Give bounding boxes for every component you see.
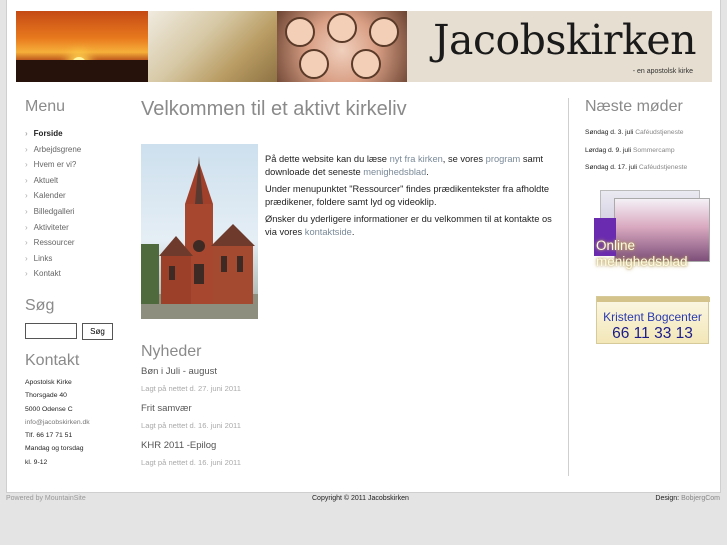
intro-paragraph: Under menupunktet "Ressourcer" findes pr… [265, 183, 550, 208]
meetings-list: Søndag d. 3. juli Caféudstjeneste Lørdag… [585, 124, 720, 177]
chevron-right-icon: › [25, 238, 28, 248]
menu-heading: Menu [25, 98, 66, 115]
menu-item-hvem-er-vi[interactable]: › Hvem er vi? [25, 157, 125, 173]
newsletter-link[interactable]: menighedsblad [363, 167, 426, 177]
banner-bar [597, 297, 710, 302]
main-content: Velkommen til et aktivt kirkeliv På dett… [141, 98, 561, 467]
online-newsletter-banner[interactable]: Online menighedsblad [592, 190, 710, 278]
search-button[interactable]: Søg [82, 322, 113, 340]
contact-info: Apostolsk Kirke Thorsgade 40 5000 Odense… [25, 376, 125, 469]
news-item-date: Lagt på nettet d. 16. juni 2011 [141, 458, 241, 467]
menu-item-billedgalleri[interactable]: › Billedgalleri [25, 204, 125, 220]
chevron-right-icon: › [25, 175, 28, 185]
header-banner[interactable]: Jacobskirken - en apostolsk kirke [16, 11, 712, 82]
face-icon [369, 17, 399, 47]
chevron-right-icon: › [25, 191, 28, 201]
bookstore-banner[interactable]: Kristent Bogcenter 66 11 33 13 [596, 296, 710, 344]
chevron-right-icon: › [25, 160, 28, 170]
news-item-title[interactable]: Frit samvær [141, 403, 341, 415]
menu-item-arbejdsgrene[interactable]: › Arbejdsgrene [25, 142, 125, 158]
bookstore-name: Kristent Bogcenter [603, 310, 702, 324]
chevron-right-icon: › [25, 222, 28, 232]
chevron-right-icon: › [25, 269, 28, 279]
church-photo [141, 144, 258, 319]
meeting-link[interactable]: Caféudstjeneste [635, 129, 683, 136]
news-link[interactable]: nyt fra kirken [390, 154, 443, 164]
contact-heading: Kontakt [25, 351, 80, 369]
brand-block: Jacobskirken - en apostolsk kirke [407, 11, 712, 82]
tree-silhouette [16, 60, 148, 82]
footer: Powered by MountainSite Copyright © 2011… [0, 495, 727, 507]
next-meetings-heading: Næste møder [585, 98, 683, 115]
meeting-link[interactable]: Sommercamp [633, 147, 675, 154]
menu-item-aktuelt[interactable]: › Aktuelt [25, 173, 125, 189]
program-link[interactable]: program [486, 154, 521, 164]
bookstore-phone: 66 11 33 13 [612, 325, 693, 342]
intro-paragraph: På dette website kan du læse nyt fra kir… [265, 154, 544, 178]
site-title: Jacobskirken [433, 16, 696, 64]
design-credit: Design: BobjergCom [655, 495, 720, 502]
news-item-date: Lagt på nettet d. 27. juni 2011 [141, 384, 241, 393]
contact-email-link[interactable]: info@jacobskirken.dk [25, 416, 125, 429]
page-title: Velkommen til et aktivt kirkeliv [141, 98, 407, 120]
news-item-title[interactable]: Bøn i Juli - august [141, 366, 341, 378]
contact-line: 5000 Odense C [25, 405, 73, 413]
chevron-right-icon: › [25, 253, 28, 263]
intro-paragraph: Ønsker du yderligere informationer er du… [265, 213, 552, 238]
contact-line: kl. 9-12 [25, 458, 48, 466]
menu-item-links[interactable]: › Links [25, 251, 125, 267]
meeting-item: Søndag d. 17. juli Caféudstjeneste [585, 164, 688, 171]
chevron-right-icon: › [25, 144, 28, 154]
intro-text: På dette website kan du læse nyt fra kir… [265, 153, 555, 242]
search-input[interactable] [25, 323, 77, 340]
menu-item-ressourcer[interactable]: › Ressourcer [25, 235, 125, 251]
news-list: Bøn i Juli - august Lagt på nettet d. 27… [141, 366, 341, 477]
sunset-photo [16, 11, 148, 82]
meeting-item: Søndag d. 3. juli Caféudstjeneste [585, 129, 684, 136]
meeting-item: Lørdag d. 9. juli Sommercamp [585, 146, 675, 154]
site-tagline: - en apostolsk kirke [632, 68, 693, 75]
search-heading: Søg [25, 296, 55, 314]
menu-item-aktiviteter[interactable]: › Aktiviteter [25, 220, 125, 236]
designer-link[interactable]: BobjergCom [681, 495, 720, 502]
wheat-photo [148, 11, 277, 82]
chevron-right-icon: › [25, 129, 28, 138]
menu-item-forside[interactable]: › Forside [25, 126, 125, 142]
church-illustration [141, 156, 258, 319]
contact-line: Apostolsk Kirke [25, 378, 72, 386]
face-icon [327, 13, 357, 43]
left-sidebar: Menu › Forside › Arbejdsgrene › Hvem er vi?… [25, 98, 125, 469]
copyright-text: Copyright © 2011 Jacobskirken [312, 495, 409, 502]
main-menu: › Forside › Arbejdsgrene › Hvem er vi? › Akt… [25, 126, 125, 282]
menu-item-kalender[interactable]: › Kalender [25, 188, 125, 204]
news-item-title[interactable]: KHR 2011 -Epilog [141, 440, 341, 452]
news-heading: Nyheder [141, 343, 202, 360]
contact-line: Mandag og torsdag [25, 445, 84, 453]
news-item-date: Lagt på nettet d. 16. juni 2011 [141, 421, 241, 430]
search-form: Søg [25, 322, 125, 340]
contact-line: Thorsgade 40 [25, 392, 67, 400]
contact-line: Tlf. 66 17 71 51 [25, 432, 73, 440]
contact-page-link[interactable]: kontaktside [305, 227, 352, 237]
column-divider [568, 98, 569, 476]
page-container: Jacobskirken - en apostolsk kirke Menu ›… [6, 0, 721, 493]
right-sidebar: Næste møder Søndag d. 3. juli Caféudstje… [585, 98, 720, 344]
face-icon [351, 49, 381, 79]
face-icon [285, 17, 315, 47]
chevron-right-icon: › [25, 206, 28, 216]
people-photo [277, 11, 407, 82]
menu-item-kontakt[interactable]: › Kontakt [25, 266, 125, 282]
face-icon [299, 49, 329, 79]
powered-by-link[interactable]: Powered by MountainSite [6, 495, 86, 502]
meeting-link[interactable]: Caféudstjeneste [639, 164, 687, 171]
newsletter-banner-text: Online menighedsblad [596, 238, 688, 269]
